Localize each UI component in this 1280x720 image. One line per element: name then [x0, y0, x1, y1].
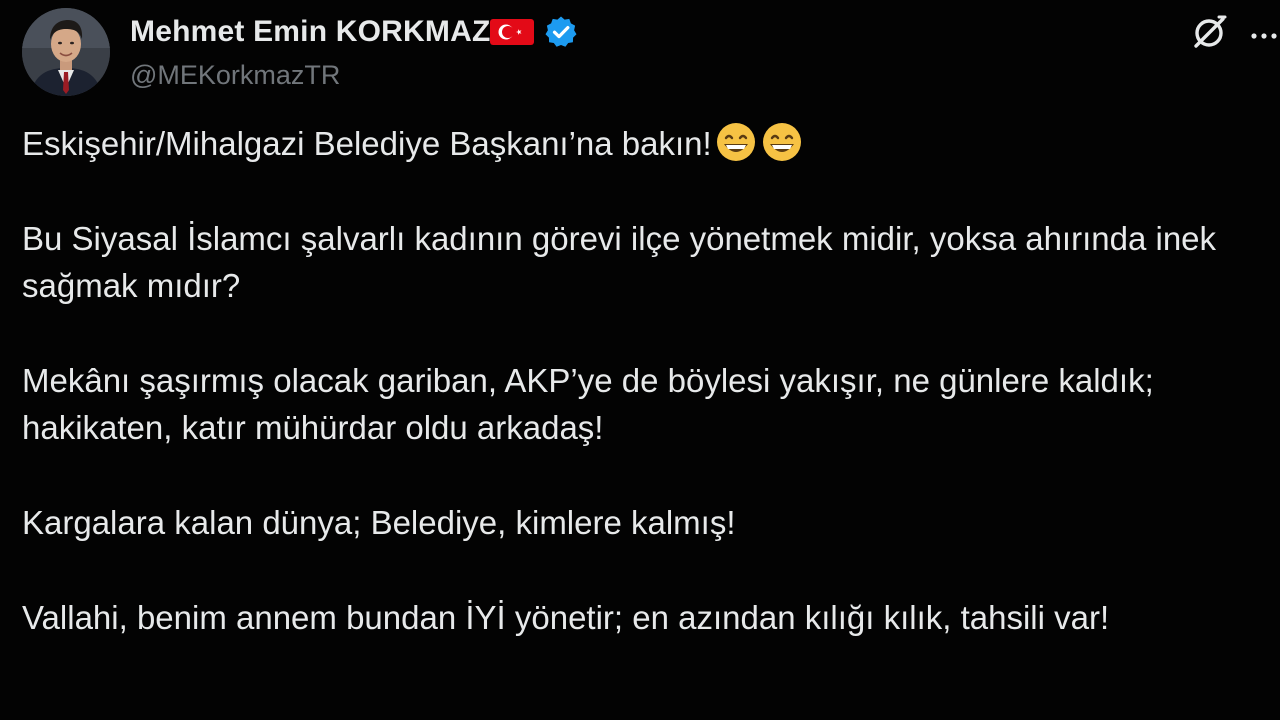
avatar[interactable]: [22, 8, 110, 96]
grok-icon[interactable]: [1190, 12, 1230, 52]
tweet-actions-top: [1190, 12, 1280, 52]
tweet-paragraph: Bu Siyasal İslamcı şalvarlı kadının göre…: [22, 220, 1217, 304]
author-handle[interactable]: @MEKorkmazTR: [130, 60, 578, 91]
tweet-paragraph: Eskişehir/Mihalgazi Belediye Başkanı’na …: [22, 120, 1252, 167]
tweet-paragraph: Vallahi, benim annem bundan İYİ yönetir;…: [22, 599, 1110, 636]
name-row: Mehmet Emin KORKMAZ: [130, 14, 578, 50]
tweet-paragraph-text: Eskişehir/Mihalgazi Belediye Başkanı’na …: [22, 125, 712, 162]
grinning-face-emoji-icon: [760, 120, 804, 164]
tweet-card: Mehmet Emin KORKMAZ @MEKorkmazTR Eskişeh…: [0, 0, 1280, 720]
tweet-paragraph: Mekânı şaşırmış olacak gariban, AKP’ye d…: [22, 362, 1154, 446]
display-name[interactable]: Mehmet Emin KORKMAZ: [130, 15, 490, 49]
turkey-flag-icon: [490, 17, 535, 47]
tweet-text: Eskişehir/Mihalgazi Belediye Başkanı’na …: [22, 120, 1252, 689]
author-block: Mehmet Emin KORKMAZ @MEKorkmazTR: [130, 14, 578, 91]
grinning-face-emoji-icon: [714, 120, 758, 164]
avatar-image: [22, 8, 110, 96]
tweet-header: Mehmet Emin KORKMAZ @MEKorkmazTR: [22, 8, 578, 96]
tweet-paragraph: Kargalara kalan dünya; Belediye, kimlere…: [22, 504, 736, 541]
more-icon[interactable]: [1246, 12, 1280, 52]
verified-badge-icon[interactable]: [544, 15, 578, 49]
